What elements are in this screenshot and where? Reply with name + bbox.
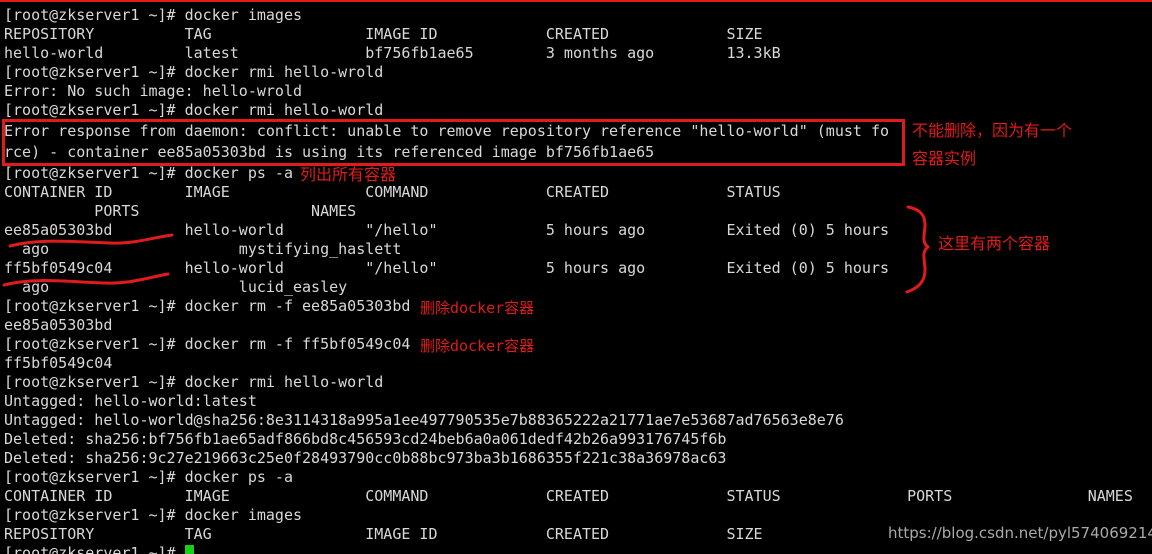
terminal-line: [root@zkserver1 ~]# docker rmi hello-wor… bbox=[4, 101, 384, 119]
annotation-remove-container-1: 删除docker容器 bbox=[420, 299, 535, 317]
terminal-line-row: ago lucid_easley bbox=[4, 278, 348, 296]
terminal-line: ff5bf0549c04 bbox=[4, 354, 113, 372]
terminal-window[interactable]: [root@zkserver1 ~]# docker images REPOSI… bbox=[0, 0, 1152, 554]
watermark-url: https://blog.csdn.net/pyl574069214 bbox=[888, 524, 1152, 542]
terminal-prompt-active: [root@zkserver1 ~]# bbox=[4, 544, 194, 554]
prompt-text: [root@zkserver1 ~]# bbox=[4, 544, 185, 554]
terminal-line: [root@zkserver1 ~]# docker images bbox=[4, 506, 303, 524]
terminal-line-row: ff5bf0549c04 hello-world "/hello" 5 hour… bbox=[4, 259, 890, 277]
terminal-line: Deleted: sha256:9c27e219663c25e0f2849379… bbox=[4, 449, 727, 467]
terminal-line: REPOSITORY TAG IMAGE ID CREATED SIZE bbox=[4, 25, 763, 43]
terminal-line-header: CONTAINER ID IMAGE COMMAND CREATED STATU… bbox=[4, 487, 1133, 505]
terminal-line: ee85a05303bd bbox=[4, 316, 113, 334]
terminal-line: Untagged: hello-world:latest bbox=[4, 392, 257, 410]
terminal-line-error: Error response from daemon: conflict: un… bbox=[4, 122, 890, 140]
annotation-two-containers: 这里有两个容器 bbox=[938, 234, 1051, 253]
terminal-line: [root@zkserver1 ~]# docker ps -a bbox=[4, 164, 293, 182]
text-cursor bbox=[184, 545, 194, 554]
terminal-line: [root@zkserver1 ~]# docker rm -f ff5bf05… bbox=[4, 335, 411, 353]
terminal-line: [root@zkserver1 ~]# docker rm -f ee85a05… bbox=[4, 297, 411, 315]
terminal-line-header: PORTS NAMES bbox=[4, 202, 357, 220]
terminal-line: Untagged: hello-world@sha256:8e3114318a9… bbox=[4, 411, 844, 429]
annotation-cannot-delete-line1: 不能删除，因为有一个 bbox=[912, 121, 1073, 140]
terminal-line: hello-world latest bf756fb1ae65 3 months… bbox=[4, 44, 781, 62]
terminal-line: Error: No such image: hello-wrold bbox=[4, 82, 303, 100]
terminal-line: [root@zkserver1 ~]# docker rmi hello-wor… bbox=[4, 373, 384, 391]
terminal-line: [root@zkserver1 ~]# docker rmi hello-wro… bbox=[4, 63, 384, 81]
terminal-line: [root@zkserver1 ~]# docker ps -a bbox=[4, 468, 293, 486]
brace-two-containers bbox=[905, 205, 930, 294]
terminal-line-row: ee85a05303bd hello-world "/hello" 5 hour… bbox=[4, 221, 890, 239]
terminal-line-error: rce) - container ee85a05303bd is using i… bbox=[4, 143, 655, 161]
terminal-line-header: REPOSITORY TAG IMAGE ID CREATED SIZE bbox=[4, 525, 763, 543]
terminal-line: [root@zkserver1 ~]# docker images bbox=[4, 6, 303, 24]
terminal-line: Deleted: sha256:bf756fb1ae65adf866bd8c45… bbox=[4, 430, 727, 448]
annotation-cannot-delete-line2: 容器实例 bbox=[912, 149, 977, 168]
terminal-line-row: ago mystifying_haslett bbox=[4, 240, 402, 258]
annotation-list-all-containers: 列出所有容器 bbox=[300, 165, 397, 184]
annotation-remove-container-2: 删除docker容器 bbox=[420, 337, 535, 355]
